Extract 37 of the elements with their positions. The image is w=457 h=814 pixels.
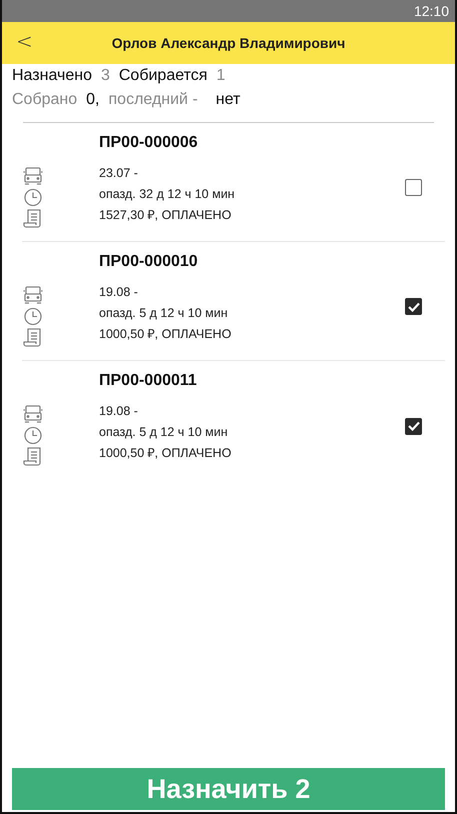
- order-delay: опазд. 5 д 12 ч 10 мин: [99, 424, 229, 441]
- order-checkbox[interactable]: [405, 179, 422, 196]
- order-date: 19.08 -: [99, 403, 139, 420]
- order-checkbox[interactable]: [405, 418, 422, 434]
- receipt-icon: [23, 209, 43, 228]
- header-title: Орлов Александр Владимирович: [112, 35, 346, 51]
- car-icon: [23, 167, 43, 186]
- order-number: ПР00-000011: [99, 372, 198, 390]
- back-button[interactable]: <: [2, 29, 41, 57]
- clock-icon: [23, 426, 43, 445]
- order-checkbox[interactable]: [405, 298, 422, 315]
- collecting-count: 1: [216, 67, 226, 85]
- order-amount: 1000,50 ₽, ОПЛАЧЕНО: [99, 445, 232, 462]
- car-icon: [23, 286, 43, 305]
- checkmark-icon: [408, 302, 420, 312]
- assigned-count: 3: [100, 67, 110, 85]
- collecting-label: Собирается: [118, 67, 208, 85]
- order-date: 19.08 -: [99, 284, 139, 301]
- last-label: последний -: [108, 91, 198, 109]
- order-date: 23.07 -: [99, 165, 139, 182]
- clock-icon: [23, 188, 43, 207]
- assigned-label: Назначено: [12, 67, 92, 85]
- order-delay: опазд. 5 д 12 ч 10 мин: [99, 305, 229, 322]
- receipt-icon: [23, 328, 43, 347]
- order-number: ПР00-000006: [99, 134, 199, 152]
- car-icon: [23, 405, 43, 424]
- last-value: нет: [216, 91, 240, 109]
- receipt-icon: [23, 447, 43, 466]
- status-time: 12:10: [414, 3, 449, 19]
- collected-label: Собрано: [12, 91, 78, 109]
- collected-count: 0,: [86, 91, 100, 109]
- order-amount: 1000,50 ₽, ОПЛАЧЕНО: [99, 326, 232, 343]
- order-delay: опазд. 32 д 12 ч 10 мин: [99, 186, 236, 203]
- clock-icon: [23, 307, 43, 326]
- order-number: ПР00-000010: [99, 253, 199, 271]
- order-amount: 1527,30 ₽, ОПЛАЧЕНО: [99, 207, 232, 224]
- checkmark-icon: [408, 421, 420, 431]
